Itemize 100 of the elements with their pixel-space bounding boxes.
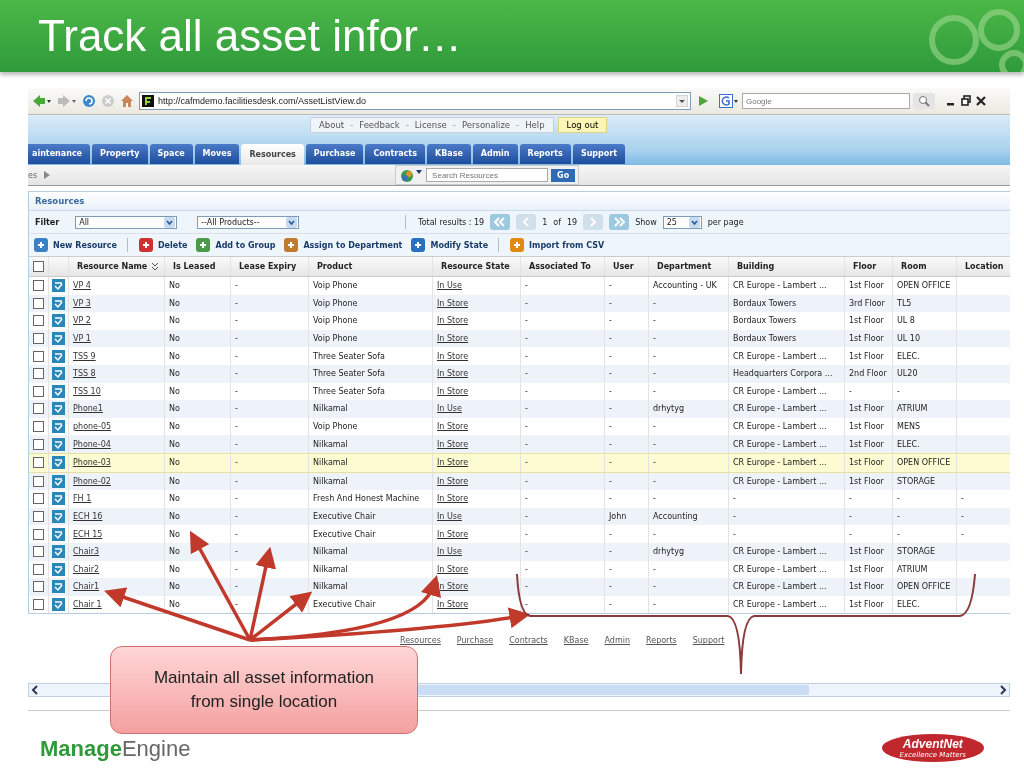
dropdown-icon[interactable]	[676, 95, 688, 107]
go-icon[interactable]	[696, 94, 710, 108]
top-link[interactable]: License	[414, 120, 447, 130]
state-link[interactable]: In Store	[437, 351, 469, 361]
footer-link[interactable]: Resources	[400, 636, 441, 646]
page-size-select[interactable]: 25	[662, 215, 702, 229]
resource-link[interactable]: Chair 1	[73, 600, 102, 609]
resource-icon[interactable]	[52, 598, 65, 611]
state-link[interactable]: In Store	[437, 529, 469, 539]
column-header[interactable]: Associated To	[521, 257, 605, 276]
state-link[interactable]: In Store	[437, 494, 469, 504]
column-header[interactable]: Department	[649, 257, 729, 276]
column-header[interactable]: Location	[957, 257, 1010, 276]
row-checkbox[interactable]	[33, 280, 44, 292]
nav-tab[interactable]: aintenance	[28, 144, 91, 164]
row-checkbox[interactable]	[33, 403, 44, 415]
resource-icon[interactable]	[52, 580, 65, 594]
search-icon[interactable]	[913, 93, 935, 109]
row-checkbox[interactable]	[33, 475, 44, 487]
state-link[interactable]: In Store	[437, 476, 469, 486]
footer-link[interactable]: Admin	[604, 636, 630, 646]
toolbar-button[interactable]: Add to Group	[195, 237, 276, 253]
state-link[interactable]: In Store	[437, 298, 469, 308]
home-icon[interactable]	[120, 94, 134, 108]
column-header[interactable]: Building	[729, 257, 845, 276]
resource-icon[interactable]	[52, 562, 65, 576]
nav-tab[interactable]: Reports	[519, 144, 571, 164]
toolbar-button[interactable]: Assign to Department	[283, 237, 403, 253]
state-link[interactable]: In Store	[437, 369, 469, 379]
nav-tab[interactable]: Moves	[194, 144, 240, 164]
row-checkbox[interactable]	[33, 350, 44, 362]
close-icon[interactable]	[976, 95, 986, 107]
resource-icon[interactable]	[52, 527, 65, 541]
refresh-icon[interactable]	[82, 94, 96, 108]
resource-icon[interactable]	[52, 456, 65, 470]
top-link[interactable]: Personalize	[461, 120, 511, 130]
state-link[interactable]: In Store	[437, 439, 469, 449]
nav-tab[interactable]: Space	[149, 144, 193, 164]
footer-link[interactable]: Reports	[646, 636, 677, 646]
dropdown-icon[interactable]	[688, 216, 700, 228]
column-header[interactable]: Resource State	[433, 257, 521, 276]
column-header[interactable]: Lease Expiry	[231, 257, 309, 276]
row-checkbox[interactable]	[33, 511, 44, 522]
restore-icon[interactable]	[961, 95, 971, 107]
search-field[interactable]: Search Resources	[426, 168, 549, 182]
state-link[interactable]: In Store	[437, 386, 469, 396]
row-checkbox[interactable]	[33, 563, 44, 575]
state-link[interactable]: In Store	[437, 334, 469, 344]
resource-link[interactable]: VP 2	[73, 316, 91, 326]
resource-icon[interactable]	[52, 349, 65, 363]
back-icon[interactable]	[32, 94, 52, 108]
toolbar-button[interactable]: Import from CSV	[509, 237, 605, 253]
resource-link[interactable]: Phone-02	[73, 476, 111, 486]
row-checkbox[interactable]	[33, 493, 44, 505]
filter-select[interactable]: All	[75, 215, 178, 229]
nav-tab[interactable]: Purchase	[305, 144, 364, 164]
nav-tab[interactable]: Admin	[472, 144, 518, 164]
resource-link[interactable]: VP 3	[73, 298, 91, 308]
resource-icon[interactable]	[52, 402, 65, 416]
resource-link[interactable]: Chair2	[73, 564, 100, 574]
dropdown-icon[interactable]	[286, 216, 298, 228]
column-header[interactable]: Floor	[845, 257, 893, 276]
resource-link[interactable]: Phone-04	[73, 439, 111, 449]
row-checkbox[interactable]	[33, 421, 44, 433]
select-all-checkbox[interactable]	[33, 261, 44, 272]
resource-icon[interactable]	[52, 279, 65, 293]
column-header[interactable]: Room	[893, 257, 957, 276]
resource-link[interactable]: VP 1	[73, 334, 91, 344]
nav-tab[interactable]: Property	[92, 144, 148, 164]
sort-icon[interactable]	[152, 262, 158, 271]
footer-link[interactable]: Purchase	[456, 636, 494, 646]
resource-link[interactable]: Chair1	[73, 582, 100, 592]
address-field[interactable]: http://cafmdemo.facilitiesdesk.com/AssetListView.do	[139, 92, 691, 110]
top-link[interactable]: Feedback	[359, 120, 400, 130]
nav-tab[interactable]: Resources	[241, 144, 304, 165]
resource-icon[interactable]	[52, 314, 65, 328]
resource-link[interactable]: phone-05	[73, 422, 112, 432]
search-field[interactable]: Google	[742, 93, 910, 109]
resource-icon[interactable]	[52, 492, 65, 506]
resource-link[interactable]: TSS 10	[73, 386, 101, 396]
toolbar-button[interactable]: Modify State	[410, 237, 489, 253]
state-link[interactable]: In Store	[437, 316, 469, 326]
resource-icon[interactable]	[52, 420, 65, 434]
top-link[interactable]: About	[319, 120, 345, 130]
row-checkbox[interactable]	[33, 528, 44, 540]
row-checkbox[interactable]	[33, 581, 44, 593]
top-link[interactable]: Help	[525, 120, 545, 130]
state-link[interactable]: In Use	[437, 547, 462, 557]
resource-link[interactable]: ECH 15	[73, 529, 103, 539]
resource-icon[interactable]	[52, 510, 65, 523]
state-link[interactable]: In Use	[437, 281, 462, 291]
toolbar-button[interactable]: Delete	[137, 237, 188, 253]
logout-button[interactable]: Log out	[557, 117, 608, 133]
resource-link[interactable]: Phone-03	[73, 458, 111, 468]
resource-icon[interactable]	[52, 384, 65, 398]
row-checkbox[interactable]	[33, 546, 44, 558]
resource-icon[interactable]	[52, 296, 65, 310]
state-link[interactable]: In Use	[437, 404, 462, 414]
resource-link[interactable]: TSS 9	[73, 351, 96, 361]
resource-icon[interactable]	[52, 332, 65, 346]
